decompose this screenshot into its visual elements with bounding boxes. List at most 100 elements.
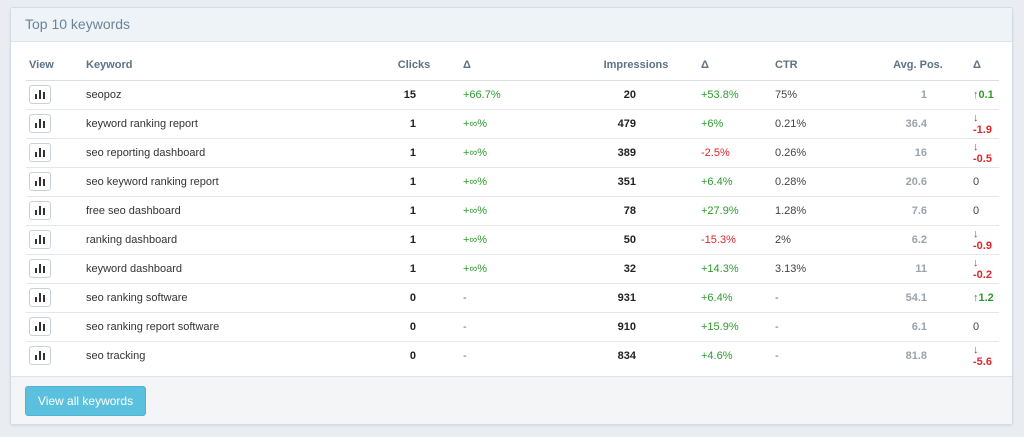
impressions-cell: 50 xyxy=(549,225,679,255)
clicks-delta-cell: - xyxy=(441,283,549,313)
ctr-cell: - xyxy=(763,312,847,342)
clicks-delta-cell: - xyxy=(441,312,549,342)
view-chart-button[interactable] xyxy=(29,259,51,278)
arrow-down-icon: ↓ xyxy=(973,343,979,356)
view-chart-button[interactable] xyxy=(29,288,51,307)
bar-chart-icon xyxy=(35,177,45,186)
table-row: keyword ranking report 1 +∞% 479 +6% 0.21% 36.… xyxy=(26,109,999,139)
impressions-delta-cell: -15.3% xyxy=(679,225,763,255)
clicks-cell: 1 xyxy=(341,196,441,226)
ctr-cell: 2% xyxy=(763,225,847,255)
clicks-cell: 0 xyxy=(341,283,441,313)
impressions-cell: 389 xyxy=(549,138,679,168)
clicks-cell: 1 xyxy=(341,167,441,197)
arrow-down-icon: ↓ xyxy=(973,256,979,269)
header-ctr: CTR xyxy=(763,51,847,81)
keyword-cell: seo tracking xyxy=(86,349,146,362)
header-impressions-delta: Δ xyxy=(679,51,763,81)
ctr-cell: - xyxy=(763,283,847,313)
keyword-cell: free seo dashboard xyxy=(86,196,341,226)
header-clicks-delta: Δ xyxy=(441,51,549,81)
impressions-cell: 20 xyxy=(549,80,679,110)
impressions-delta-cell: +14.3% xyxy=(679,254,763,284)
table-row: seo reporting dashboard 1 +∞% 389 -2.5% 0.26%… xyxy=(26,138,999,168)
ctr-cell: 0.26% xyxy=(763,138,847,168)
view-all-keywords-button[interactable]: View all keywords xyxy=(25,386,146,416)
table-row: seo tracking 0 - 834 +4.6% - 81.8 ↓ -5.6 xyxy=(26,341,999,370)
view-chart-button[interactable] xyxy=(29,201,51,220)
avg-pos-cell: 20.6 xyxy=(847,167,967,197)
pos-delta-cell: ↓ -0.5 xyxy=(967,138,999,168)
impressions-cell: 78 xyxy=(549,196,679,226)
ctr-cell: 0.28% xyxy=(763,167,847,197)
view-chart-button[interactable] xyxy=(29,317,51,336)
avg-pos-cell: 81.8 xyxy=(905,349,927,362)
impressions-delta-cell: +6% xyxy=(679,109,763,139)
table-row: seo ranking software 0-931 +6.4% -54.1 ↑1.2 xyxy=(26,283,999,313)
header-avg-pos: Avg. Pos. xyxy=(847,51,967,81)
clicks-delta-cell: +∞% xyxy=(441,167,549,197)
keyword-cell: keyword dashboard xyxy=(86,254,341,284)
bar-chart-icon xyxy=(35,322,45,331)
header-pos-delta: Δ xyxy=(967,51,999,81)
arrow-down-icon: ↓ xyxy=(973,227,979,240)
clicks-cell: 0 xyxy=(409,349,416,362)
view-chart-button[interactable] xyxy=(29,143,51,162)
table-row: keyword dashboard 1 +∞% 32 +14.3% 3.13% 11 ↓ -0… xyxy=(26,254,999,284)
impressions-cell: 910 xyxy=(549,312,679,342)
bar-chart-icon xyxy=(35,119,45,128)
clicks-delta-cell: +∞% xyxy=(441,196,549,226)
pos-delta-cell: ↓ -5.6 xyxy=(967,341,999,370)
pos-delta: ↓ -5.6 xyxy=(973,343,992,368)
avg-pos-cell: 36.4 xyxy=(847,109,967,139)
ctr-cell: 0.21% xyxy=(763,109,847,139)
view-chart-button[interactable] xyxy=(29,85,51,104)
impressions-cell: 931 xyxy=(549,283,679,313)
view-chart-button[interactable] xyxy=(29,172,51,191)
bar-chart-icon xyxy=(35,206,45,215)
clicks-delta-cell: +∞% xyxy=(441,225,549,255)
clicks-cell: 1 xyxy=(341,109,441,139)
clicks-delta-cell: +∞% xyxy=(441,109,549,139)
pos-delta: ↓ -0.2 xyxy=(973,256,992,281)
keyword-cell: seo reporting dashboard xyxy=(86,138,341,168)
avg-pos-cell: 16 xyxy=(847,138,967,168)
pos-delta-cell: 0 xyxy=(967,167,999,197)
ctr-cell: - xyxy=(775,349,779,362)
bar-chart-icon xyxy=(35,148,45,157)
impressions-cell: 351 xyxy=(549,167,679,197)
bar-chart-icon xyxy=(35,351,45,361)
clicks-delta-cell: +66.7% xyxy=(441,80,549,110)
pos-delta-cell: ↓ -0.9 xyxy=(967,225,999,255)
impressions-delta-cell: +27.9% xyxy=(679,196,763,226)
header-impressions: Impressions xyxy=(549,51,679,81)
table-body: seopoz 15 +66.7% 20 +53.8% 75% 1 ↑0.1 keyword ra… xyxy=(26,80,999,370)
view-chart-button[interactable] xyxy=(29,114,51,133)
view-chart-button[interactable] xyxy=(29,230,51,249)
impressions-delta-cell: +4.6% xyxy=(701,349,733,362)
avg-pos-cell: 6.2 xyxy=(847,225,967,255)
bar-chart-icon xyxy=(35,235,45,244)
clicks-cell: 1 xyxy=(341,138,441,168)
panel-title: Top 10 keywords xyxy=(11,8,1012,42)
clicks-cell: 15 xyxy=(341,80,441,110)
clicks-cell: 0 xyxy=(341,312,441,342)
impressions-cell: 32 xyxy=(549,254,679,284)
table-row: free seo dashboard 1 +∞% 78 +27.9% 1.28% 7.6 0 xyxy=(26,196,999,226)
impressions-delta-cell: +15.9% xyxy=(679,312,763,342)
impressions-delta-cell: -2.5% xyxy=(679,138,763,168)
header-clicks: Clicks xyxy=(341,51,441,81)
view-chart-button[interactable] xyxy=(29,346,51,366)
bar-chart-icon xyxy=(35,264,45,273)
ctr-cell: 3.13% xyxy=(763,254,847,284)
pos-delta-cell: ↑1.2 xyxy=(967,283,999,313)
clicks-delta-cell: +∞% xyxy=(441,254,549,284)
clicks-cell: 1 xyxy=(341,254,441,284)
keyword-cell: seo ranking software xyxy=(86,283,341,313)
keyword-cell: keyword ranking report xyxy=(86,109,341,139)
arrow-down-icon: ↓ xyxy=(973,140,979,153)
header-view: View xyxy=(26,51,86,81)
pos-delta: ↑1.2 xyxy=(973,291,994,304)
avg-pos-cell: 11 xyxy=(847,254,967,284)
pos-delta-cell: 0 xyxy=(967,196,999,226)
